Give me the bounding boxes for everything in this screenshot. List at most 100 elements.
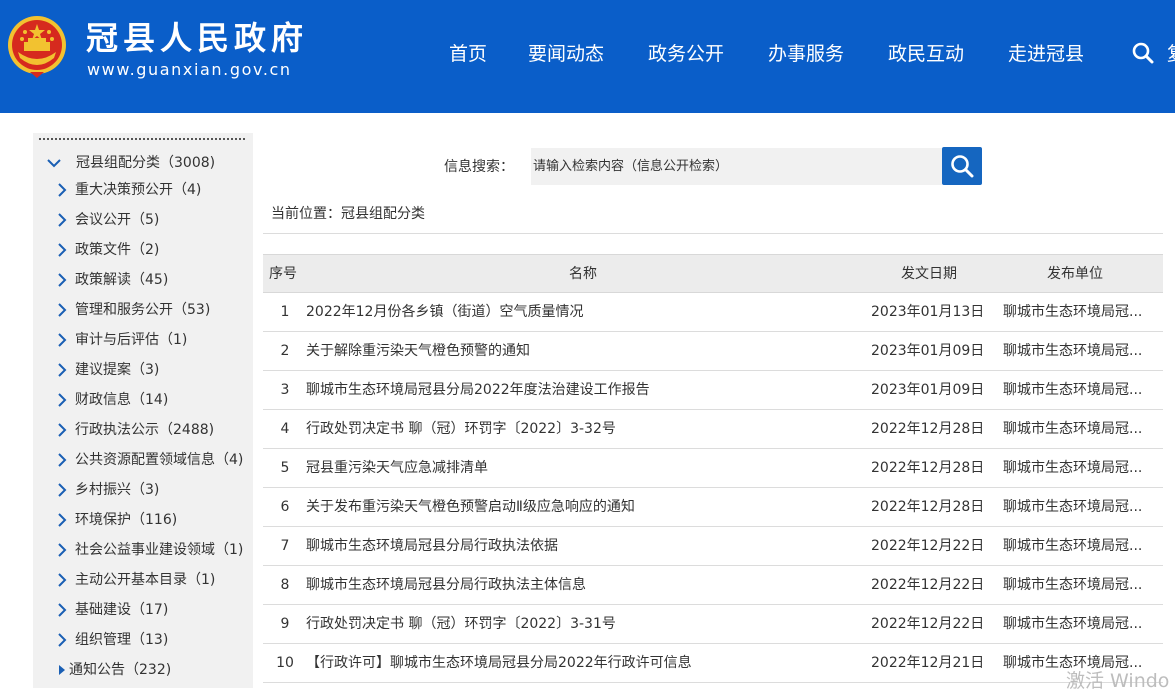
sidebar-item-label: 重大决策预公开（4): [75, 182, 202, 198]
row-unit: 聊城市生态环境局冠...: [1003, 343, 1143, 359]
header-title: 名称: [569, 266, 597, 282]
row-title-link[interactable]: 2022年12月份各乡镇（街道）空气质量情况: [306, 293, 866, 331]
row-title-link[interactable]: 聊城市生态环境局冠县分局行政执法主体信息: [306, 566, 866, 604]
table-row[interactable]: 5 冠县重污染天气应急减排清单 2022年12月28日 聊城市生态环境局冠...: [263, 449, 1163, 488]
chevron-right-icon: [58, 453, 67, 467]
sidebar-divider: [39, 138, 245, 140]
chevron-right-icon: [58, 423, 67, 437]
site-header: 冠县人民政府 www.guanxian.gov.cn 首页 要闻动态 政务公开 …: [0, 0, 1175, 113]
row-index: 5: [280, 460, 290, 476]
search-input[interactable]: [531, 148, 942, 185]
row-date: 2022年12月22日: [871, 616, 985, 632]
sidebar-item-label: 公共资源配置领域信息（4): [75, 452, 244, 468]
search-icon[interactable]: [1132, 42, 1154, 64]
row-index: 2: [280, 343, 290, 359]
table-row[interactable]: 10 【行政许可】聊城市生态环境局冠县分局2022年行政许可信息 2022年12…: [263, 644, 1163, 683]
table-row[interactable]: 9 行政处罚决定书 聊（冠）环罚字〔2022〕3-31号 2022年12月22日…: [263, 605, 1163, 644]
row-index: 8: [280, 577, 290, 593]
row-unit: 聊城市生态环境局冠...: [1003, 304, 1143, 320]
row-date: 2023年01月09日: [871, 382, 985, 398]
sidebar-item-label: 财政信息（14): [75, 392, 169, 408]
row-title-link[interactable]: 行政处罚决定书 聊（冠）环罚字〔2022〕3-31号: [306, 605, 866, 643]
sidebar-item-label: 环境保护（116): [75, 512, 178, 528]
row-title-link[interactable]: 关于解除重污染天气橙色预警的通知: [306, 332, 866, 370]
chevron-right-icon: [58, 543, 67, 557]
nav-about[interactable]: 走进冠县: [1008, 40, 1084, 68]
table-row[interactable]: 3 聊城市生态环境局冠县分局2022年度法治建设工作报告 2023年01月09日…: [263, 371, 1163, 410]
category-sidebar: 冠县组配分类（3008) 重大决策预公开（4) 会议公开（5) 政策文件（2) …: [33, 133, 253, 688]
national-emblem-icon[interactable]: [6, 14, 68, 80]
chevron-right-icon: [58, 633, 67, 647]
table-row[interactable]: 6 关于发布重污染天气橙色预警启动Ⅱ级应急响应的通知 2022年12月28日 聊…: [263, 488, 1163, 527]
nav-news[interactable]: 要闻动态: [528, 40, 604, 68]
nav-services[interactable]: 办事服务: [768, 40, 844, 68]
row-date: 2022年12月28日: [871, 499, 985, 515]
sidebar-item-label: 会议公开（5): [75, 212, 160, 228]
row-unit: 聊城市生态环境局冠...: [1003, 499, 1143, 515]
sidebar-item-label: 管理和服务公开（53): [75, 302, 211, 318]
header-date: 发文日期: [901, 266, 957, 282]
row-unit: 聊城市生态环境局冠...: [1003, 421, 1143, 437]
search-label: 信息搜索：: [444, 159, 514, 175]
sidebar-item-label: 主动公开基本目录（1): [75, 572, 216, 588]
row-date: 2023年01月13日: [871, 304, 985, 320]
nav-home[interactable]: 首页: [449, 40, 487, 68]
row-date: 2022年12月22日: [871, 577, 985, 593]
row-unit: 聊城市生态环境局冠...: [1003, 382, 1143, 398]
row-title-link[interactable]: 聊城市生态环境局冠县分局2022年度法治建设工作报告: [306, 371, 866, 409]
row-title-link[interactable]: 冠县重污染天气应急减排清单: [306, 449, 866, 487]
row-index: 1: [280, 304, 290, 320]
sidebar-item-label: 政策文件（2): [75, 242, 160, 258]
row-date: 2022年12月28日: [871, 460, 985, 476]
table-row[interactable]: 4 行政处罚决定书 聊（冠）环罚字〔2022〕3-32号 2022年12月28日…: [263, 410, 1163, 449]
row-unit: 聊城市生态环境局冠...: [1003, 460, 1143, 476]
nav-gov-affairs[interactable]: 政务公开: [648, 40, 724, 68]
row-date: 2022年12月28日: [871, 421, 985, 437]
row-date: 2022年12月22日: [871, 538, 985, 554]
search-icon: [951, 155, 974, 178]
table-row[interactable]: 7 聊城市生态环境局冠县分局行政执法依据 2022年12月22日 聊城市生态环境…: [263, 527, 1163, 566]
chevron-right-icon: [58, 513, 67, 527]
tree-root-label: 冠县组配分类（3008): [76, 155, 216, 171]
row-index: 7: [280, 538, 290, 554]
row-title-link[interactable]: 聊城市生态环境局冠县分局行政执法依据: [306, 527, 866, 565]
sidebar-item-label: 乡村振兴（3): [75, 482, 160, 498]
sidebar-item-label: 组织管理（13): [75, 632, 169, 648]
row-title-link[interactable]: 行政处罚决定书 聊（冠）环罚字〔2022〕3-32号: [306, 410, 866, 448]
sidebar-item-label: 通知公告（232): [69, 662, 172, 678]
nav-interaction[interactable]: 政民互动: [888, 40, 964, 68]
row-date: 2023年01月09日: [871, 343, 985, 359]
row-unit: 聊城市生态环境局冠...: [1003, 577, 1143, 593]
sidebar-item-label: 政策解读（45): [75, 272, 169, 288]
row-unit: 聊城市生态环境局冠...: [1003, 616, 1143, 632]
row-index: 10: [276, 655, 294, 671]
row-index: 3: [280, 382, 290, 398]
table-row[interactable]: 2 关于解除重污染天气橙色预警的通知 2023年01月09日 聊城市生态环境局冠…: [263, 332, 1163, 371]
row-unit: 聊城市生态环境局冠...: [1003, 538, 1143, 554]
chevron-right-icon: [58, 243, 67, 257]
triangle-right-icon: [59, 665, 65, 675]
site-title[interactable]: 冠县人民政府: [86, 18, 308, 58]
breadcrumb: 当前位置：冠县组配分类: [271, 206, 425, 222]
table-row[interactable]: 8 聊城市生态环境局冠县分局行政执法主体信息 2022年12月22日 聊城市生态…: [263, 566, 1163, 605]
sidebar-item-label: 行政执法公示（2488): [75, 422, 215, 438]
table-row[interactable]: 1 2022年12月份各乡镇（街道）空气质量情况 2023年01月13日 聊城市…: [263, 293, 1163, 332]
chevron-right-icon: [58, 363, 67, 377]
row-index: 6: [280, 499, 290, 515]
chevron-right-icon: [58, 303, 67, 317]
row-title-link[interactable]: 【行政许可】聊城市生态环境局冠县分局2022年行政许可信息: [306, 644, 866, 682]
chevron-right-icon: [58, 333, 67, 347]
site-url: www.guanxian.gov.cn: [87, 60, 292, 79]
row-index: 9: [280, 616, 290, 632]
header-unit: 发布单位: [1047, 266, 1103, 282]
table-header: 序号 名称 发文日期 发布单位: [263, 254, 1163, 293]
row-title-link[interactable]: 关于发布重污染天气橙色预警启动Ⅱ级应急响应的通知: [306, 488, 866, 526]
chevron-right-icon: [58, 603, 67, 617]
chevron-right-icon: [58, 213, 67, 227]
chevron-right-icon: [58, 273, 67, 287]
sidebar-item-label: 建议提案（3): [75, 362, 160, 378]
search-button[interactable]: [942, 147, 982, 185]
nav-partial-item[interactable]: 复: [1167, 40, 1175, 68]
sidebar-item-label: 基础建设（17): [75, 602, 169, 618]
chevron-right-icon: [58, 573, 67, 587]
